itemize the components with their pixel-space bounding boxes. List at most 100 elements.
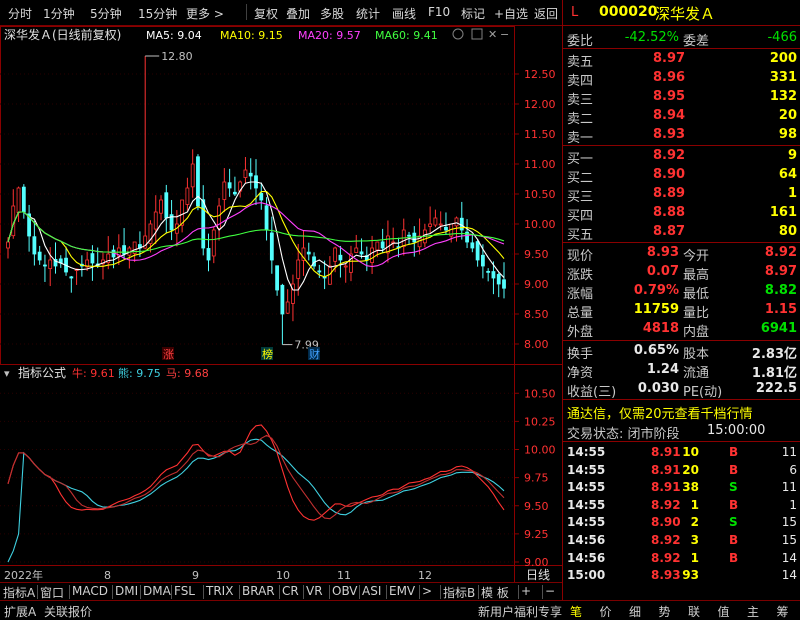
chart-area[interactable]: 12.50 12.00 11.50 11.00 10.50 10.00 9.50 9.00 8.… [0, 26, 562, 582]
menu-stats[interactable]: 统计 [356, 5, 380, 22]
indicator-tab[interactable]: CR [282, 584, 299, 598]
indicator-tab[interactable]: − [545, 584, 555, 598]
new-user-promo[interactable]: 新用户福利专享 [478, 603, 562, 620]
period-label: 日线 [526, 568, 550, 582]
indicator-tab[interactable]: 指标B [443, 584, 475, 601]
indicator-tab[interactable]: VR [306, 584, 323, 598]
trade-row: 14:55 8.92 1 B 1 [563, 496, 800, 514]
sell-row[interactable]: 卖二 8.94 20 [563, 107, 800, 127]
candle-body [491, 271, 496, 279]
candle-body [201, 199, 206, 249]
candle-body [248, 172, 253, 177]
quote-value: 4818 [642, 321, 679, 336]
trade-price: 8.91 [651, 445, 681, 459]
detail-tab[interactable]: 主 [747, 603, 759, 620]
tab-divider [303, 585, 304, 599]
sell-row[interactable]: 卖四 8.96 331 [563, 69, 800, 89]
promo-banner[interactable]: 通达信，仅需20元查看千档行情 [563, 402, 800, 422]
menu-back[interactable]: 返回 [534, 5, 558, 22]
tab-related-quote[interactable]: 关联报价 [44, 603, 92, 620]
fundamentals-row: 换手 0.65% 股本 2.83亿 [563, 342, 800, 362]
trade-volume: 93 [682, 568, 699, 583]
detail-tab[interactable]: 值 [718, 603, 730, 620]
detail-tab[interactable]: 价 [600, 603, 612, 620]
candle-body [232, 191, 237, 195]
indicator-tab[interactable]: TRIX [206, 584, 233, 598]
indicator-tab[interactable]: EMV [389, 584, 415, 598]
detail-tab[interactable]: 势 [659, 603, 671, 620]
trade-direction: B [729, 550, 739, 565]
indicator-tab[interactable]: + [521, 584, 531, 598]
menu-15min[interactable]: 15分钟 [138, 5, 177, 22]
indicator-tab[interactable]: 窗口 [40, 584, 64, 601]
candle-body [359, 251, 364, 255]
menu-add-watchlist[interactable]: +自选 [494, 5, 528, 22]
restore-icon[interactable] [471, 28, 483, 40]
candle-body [438, 223, 443, 226]
sell-row[interactable]: 卖一 8.93 98 [563, 126, 800, 146]
sell-row[interactable]: 卖五 8.97 200 [563, 50, 800, 70]
weicha-value: -466 [767, 30, 797, 45]
menu-1min[interactable]: 1分钟 [43, 5, 75, 22]
trade-direction: S [729, 480, 738, 495]
trade-price: 8.91 [651, 462, 681, 477]
trade-row: 14:55 8.90 2 S 15 [563, 513, 800, 531]
menu-adjust[interactable]: 复权 [254, 5, 278, 22]
indicator-tab[interactable]: ASI [362, 584, 381, 598]
indicator-tab[interactable]: 指标A [3, 584, 35, 601]
candle-body [444, 226, 448, 231]
price-axis-label: 10.00 [524, 218, 556, 231]
tab-divider [69, 585, 70, 599]
tab-divider [37, 585, 38, 599]
indicator-toggle-icon[interactable]: ▾ [4, 367, 10, 380]
quote-label: 总量 [567, 306, 594, 321]
detail-tab[interactable]: 联 [688, 603, 700, 620]
candle-body [296, 259, 301, 279]
close-icon[interactable]: ✕ [488, 28, 497, 41]
indicator-tab[interactable]: MACD [72, 584, 108, 598]
buy-row[interactable]: 买四 8.88 161 [563, 204, 800, 224]
menu-intraday[interactable]: 分时 [8, 5, 32, 22]
buy-row[interactable]: 买一 8.92 9 [563, 147, 800, 167]
indicator-tab[interactable]: 模 板 [481, 584, 509, 601]
sell-level-label: 卖四 [567, 74, 594, 89]
menu-5min[interactable]: 5分钟 [90, 5, 122, 22]
menu-more[interactable]: 更多 > [186, 5, 224, 22]
tab-divider [279, 585, 280, 599]
trade-volume: 1 [690, 550, 699, 565]
indicator-tab[interactable]: DMA [143, 584, 171, 598]
indicator-tab[interactable]: OBV [332, 584, 358, 598]
indicator-tab[interactable]: > [422, 584, 432, 598]
menu-f10[interactable]: F10 [428, 5, 450, 19]
indicator-xiong-line [7, 438, 505, 563]
detail-tab[interactable]: 细 [629, 603, 641, 620]
menu-mark[interactable]: 标记 [461, 5, 485, 22]
buy-row[interactable]: 买二 8.90 64 [563, 166, 800, 186]
trade-row: 14:55 8.91 20 B 6 [563, 461, 800, 479]
indicator-axis-label: 9.25 [524, 528, 549, 541]
trade-count: 15 [781, 515, 797, 530]
candle-body [190, 163, 195, 188]
refresh-icon[interactable] [452, 28, 464, 40]
detail-tab[interactable]: 笔 [570, 603, 582, 620]
menu-multi-stock[interactable]: 多股 [320, 5, 344, 22]
tab-divider [171, 585, 172, 599]
kline-chart[interactable]: 12.50 12.00 11.50 11.00 10.50 10.00 9.50 9.00 8.… [0, 26, 562, 582]
indicator-tab[interactable]: FSL [174, 584, 195, 598]
candle-body [285, 301, 290, 314]
indicator-tab[interactable]: DMI [115, 584, 138, 598]
buy-row[interactable]: 买五 8.87 80 [563, 223, 800, 243]
indicator-tab[interactable]: BRAR [242, 584, 275, 598]
menu-draw-line[interactable]: 画线 [392, 5, 416, 22]
quote-value: 0.07 [646, 264, 679, 279]
fundamentals-value: 0.65% [633, 343, 679, 358]
sell-row[interactable]: 卖三 8.95 132 [563, 88, 800, 108]
menu-overlay[interactable]: 叠加 [286, 5, 310, 22]
tab-extend-a[interactable]: 扩展A [4, 603, 36, 620]
buy-volume: 80 [778, 224, 797, 239]
quote-label: 内盘 [683, 325, 710, 340]
detail-tab[interactable]: 筹 [777, 603, 789, 620]
minimize-icon[interactable]: − [500, 28, 509, 41]
buy-row[interactable]: 买三 8.89 1 [563, 185, 800, 205]
trade-status-time: 15:00:00 [707, 423, 766, 438]
